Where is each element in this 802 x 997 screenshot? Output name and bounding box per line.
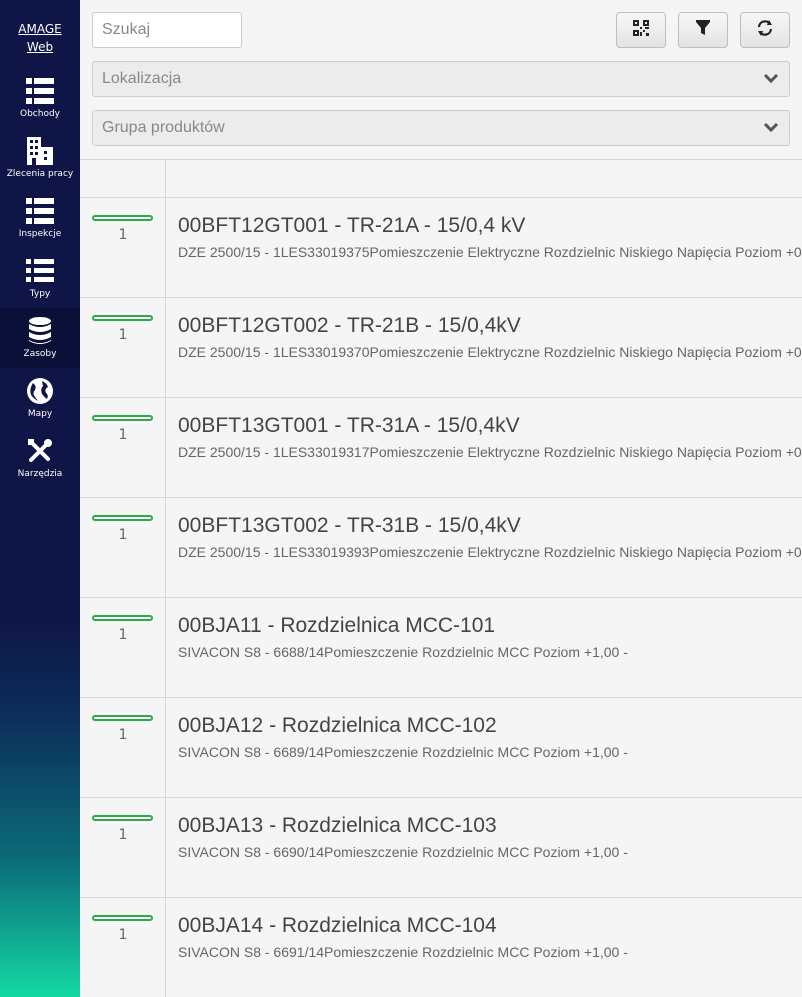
filter-icon <box>696 20 710 40</box>
list-icon <box>26 196 54 226</box>
list-item[interactable]: 1 00BJA13 - Rozdzielnica MCC-103 SIVACON… <box>80 798 802 898</box>
app-root: AMAGE Web Obchody Zlecenia pracy Inspekc… <box>0 0 802 997</box>
sidebar-item-mapy[interactable]: Mapy <box>0 368 80 428</box>
list-item[interactable]: 1 00BJA14 - Rozdzielnica MCC-104 SIVACON… <box>80 898 802 997</box>
product-group-select[interactable]: Grupa produktów <box>92 110 790 146</box>
list-item-left: 1 <box>80 198 166 297</box>
asset-count: 1 <box>118 227 128 243</box>
tools-icon <box>26 436 54 466</box>
filter-header: Szukaj Lokalizacja Grupa produktów <box>80 0 802 160</box>
sidebar-item-narzedzia[interactable]: Narzędzia <box>0 428 80 488</box>
sidebar-item-zlecenia-pracy[interactable]: Zlecenia pracy <box>0 128 80 188</box>
building-icon <box>27 136 53 166</box>
sidebar-item-label: Zasoby <box>23 349 57 359</box>
asset-subtitle: DZE 2500/15 - 1LES33019375Pomieszczenie … <box>178 244 802 260</box>
list-item[interactable]: 1 00BJA12 - Rozdzielnica MCC-102 SIVACON… <box>80 698 802 798</box>
asset-title: 00BFT13GT001 - TR-31A - 15/0,4kV <box>178 414 520 437</box>
progress-bar <box>92 815 153 821</box>
asset-title: 00BJA11 - Rozdzielnica MCC-101 <box>178 614 496 637</box>
list-item-left: 1 <box>80 398 166 497</box>
asset-title: 00BJA13 - Rozdzielnica MCC-103 <box>178 814 497 837</box>
asset-count: 1 <box>118 327 128 343</box>
list-item-left: 1 <box>80 798 166 897</box>
globe-icon <box>26 376 54 406</box>
chevron-down-icon <box>763 121 779 139</box>
asset-count: 1 <box>118 427 128 443</box>
sidebar-item-label: Inspekcje <box>18 229 62 239</box>
list-item[interactable]: 1 00BJA11 - Rozdzielnica MCC-101 SIVACON… <box>80 598 802 698</box>
list-item[interactable]: 1 00BFT12GT002 - TR-21B - 15/0,4kV DZE 2… <box>80 298 802 398</box>
refresh-button[interactable] <box>740 12 790 48</box>
asset-count: 1 <box>118 827 128 843</box>
database-icon <box>29 316 51 346</box>
filter-button[interactable] <box>678 12 728 48</box>
progress-bar <box>92 215 153 221</box>
qr-code-icon <box>633 20 649 40</box>
asset-count: 1 <box>118 727 128 743</box>
sidebar-item-label: Zlecenia pracy <box>6 169 74 179</box>
brand-line-2[interactable]: Web <box>0 38 80 56</box>
qr-scan-button[interactable] <box>616 12 666 48</box>
progress-bar <box>92 415 153 421</box>
sidebar: AMAGE Web Obchody Zlecenia pracy Inspekc… <box>0 0 80 997</box>
chevron-down-icon <box>763 72 779 90</box>
asset-subtitle: SIVACON S8 - 6688/14Pomieszczenie Rozdzi… <box>178 644 628 660</box>
sidebar-item-label: Mapy <box>27 409 53 419</box>
list-item-left: 1 <box>80 898 166 997</box>
asset-subtitle: SIVACON S8 - 6690/14Pomieszczenie Rozdzi… <box>178 844 628 860</box>
list-item[interactable]: 1 00BFT13GT001 - TR-31A - 15/0,4kV DZE 2… <box>80 398 802 498</box>
list-item[interactable]: 1 00BFT13GT002 - TR-31B - 15/0,4kV DZE 2… <box>80 498 802 598</box>
product-group-select-label: Grupa produktów <box>102 119 225 136</box>
location-select-label: Lokalizacja <box>102 70 182 87</box>
asset-count: 1 <box>118 627 128 643</box>
asset-title: 00BFT13GT002 - TR-31B - 15/0,4kV <box>178 514 521 537</box>
refresh-icon <box>756 19 774 41</box>
progress-bar <box>92 715 153 721</box>
location-select[interactable]: Lokalizacja <box>92 61 790 97</box>
asset-title: 00BJA14 - Rozdzielnica MCC-104 <box>178 914 497 937</box>
list-item-left: 1 <box>80 498 166 597</box>
bullet-list-icon <box>26 256 54 286</box>
asset-count: 1 <box>118 927 128 943</box>
sidebar-item-label: Narzędzia <box>17 469 63 479</box>
asset-subtitle: DZE 2500/15 - 1LES33019370Pomieszczenie … <box>178 344 802 360</box>
asset-subtitle: SIVACON S8 - 6691/14Pomieszczenie Rozdzi… <box>178 944 628 960</box>
list-icon <box>26 76 54 106</box>
sidebar-item-obchody[interactable]: Obchody <box>0 68 80 128</box>
asset-subtitle: DZE 2500/15 - 1LES33019393Pomieszczenie … <box>178 544 802 560</box>
list-item-left: 1 <box>80 298 166 397</box>
sidebar-item-inspekcje[interactable]: Inspekcje <box>0 188 80 248</box>
sidebar-item-label: Typy <box>29 289 51 299</box>
asset-count: 1 <box>118 527 128 543</box>
list-item[interactable]: 1 00BFT12GT001 - TR-21A - 15/0,4 kV DZE … <box>80 198 802 298</box>
sidebar-item-typy[interactable]: Typy <box>0 248 80 308</box>
list-item-left: 1 <box>80 598 166 697</box>
asset-title: 00BFT12GT002 - TR-21B - 15/0,4kV <box>178 314 521 337</box>
progress-bar <box>92 615 153 621</box>
brand[interactable]: AMAGE Web <box>0 0 80 68</box>
sidebar-item-zasoby[interactable]: Zasoby <box>0 308 80 368</box>
progress-bar <box>92 515 153 521</box>
asset-title: 00BJA12 - Rozdzielnica MCC-102 <box>178 714 497 737</box>
search-input[interactable]: Szukaj <box>92 12 242 48</box>
sidebar-item-label: Obchody <box>20 109 60 119</box>
list-item-left: 1 <box>80 698 166 797</box>
asset-subtitle: DZE 2500/15 - 1LES33019317Pomieszczenie … <box>178 444 802 460</box>
asset-title: 00BFT12GT001 - TR-21A - 15/0,4 kV <box>178 214 526 237</box>
progress-bar <box>92 915 153 921</box>
progress-bar <box>92 315 153 321</box>
brand-line-1[interactable]: AMAGE <box>0 20 80 38</box>
asset-subtitle: SIVACON S8 - 6689/14Pomieszczenie Rozdzi… <box>178 744 628 760</box>
